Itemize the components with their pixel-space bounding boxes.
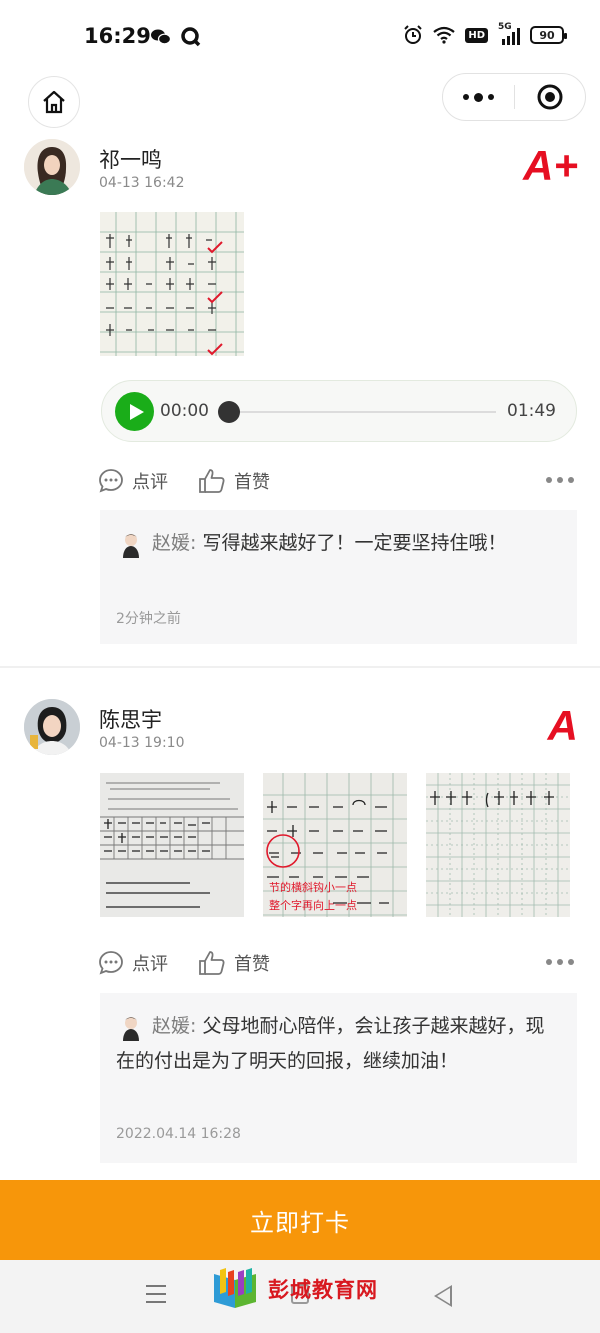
home-button[interactable] (28, 76, 80, 128)
book-logo-icon (214, 1268, 256, 1308)
wechat-icon (151, 29, 172, 45)
avatar[interactable] (24, 139, 80, 195)
post-date: 04-13 16:42 (99, 175, 185, 191)
like-label: 首赞 (234, 472, 270, 493)
signal-icon: 5G (498, 22, 520, 45)
post-more-button[interactable] (546, 477, 574, 483)
more-dots-icon (473, 92, 483, 102)
audio-progress-handle[interactable] (218, 401, 240, 423)
like-label: 首赞 (234, 954, 270, 975)
teacher-comment: 赵媛: 父母地耐心陪伴，会让孩子越来越好，现在的付出是为了明天的回报，继续加油！… (100, 993, 577, 1163)
watermark: 彭城教育网 (210, 1265, 378, 1313)
homework-image-3[interactable] (426, 773, 570, 917)
teacher-annotation-line-1: 节的横斜钩小一点 (269, 880, 357, 894)
homework-image-2[interactable]: 节的横斜钩小一点 整个字再向上一点 (263, 773, 407, 917)
like-button[interactable]: 首赞 (198, 950, 270, 976)
audio-total-time: 01:49 (507, 401, 556, 421)
status-bar: 16:29 HD 5G 90 (0, 0, 600, 72)
thumbs-up-icon (199, 469, 225, 493)
close-mini-program-button[interactable] (515, 74, 586, 120)
teacher-comment: 赵媛: 写得越来越好了！一定要坚持住哦！ 2分钟之前 (100, 510, 577, 644)
more-options-button[interactable] (443, 74, 514, 120)
comment-text: 写得越来越好了！一定要坚持住哦！ (202, 532, 507, 554)
status-time: 16:29 (84, 24, 151, 48)
alarm-icon (404, 25, 423, 44)
audio-current-time: 00:00 (160, 401, 209, 421)
grade-badge: A+ (523, 142, 578, 189)
system-back-button[interactable] (434, 1285, 452, 1307)
like-button[interactable]: 首赞 (198, 468, 270, 494)
post-author-name[interactable]: 祁一鸣 (99, 144, 162, 174)
post-actions: 点评 首赞 (98, 466, 300, 496)
audio-player: 00:00 01:49 (101, 380, 577, 442)
recent-apps-button[interactable] (146, 1285, 166, 1309)
watermark-text: 彭城教育网 (268, 1278, 378, 1302)
qq-browser-icon (181, 27, 201, 47)
thumbs-up-icon (199, 951, 225, 975)
play-button[interactable] (115, 392, 154, 431)
post-actions: 点评 首赞 (98, 948, 300, 978)
checkin-button[interactable]: 立即打卡 (0, 1180, 600, 1260)
post-date: 04-13 19:10 (99, 735, 185, 751)
post-divider (0, 666, 600, 668)
comment-author[interactable]: 赵媛: (152, 1015, 196, 1037)
target-icon (537, 84, 563, 110)
teacher-annotation-line-2: 整个字再向上一点 (269, 898, 357, 912)
comment-button[interactable]: 点评 (98, 950, 168, 976)
post-author-name[interactable]: 陈思宇 (99, 704, 162, 734)
homework-image-1[interactable] (100, 773, 244, 917)
comment-icon (99, 469, 123, 493)
mini-program-capsule (442, 73, 586, 121)
comment-icon (99, 951, 123, 975)
avatar[interactable] (24, 699, 80, 755)
comment-body: 赵媛: 写得越来越好了！一定要坚持住哦！ (116, 526, 557, 561)
comment-label: 点评 (132, 954, 168, 975)
comment-author[interactable]: 赵媛: (152, 532, 196, 554)
grade-badge: A (547, 702, 578, 749)
comment-time: 2022.04.14 16:28 (116, 1126, 241, 1142)
audio-progress-track[interactable] (226, 411, 496, 413)
wifi-icon (433, 26, 456, 44)
hd-badge: HD (465, 27, 488, 43)
comment-body: 赵媛: 父母地耐心陪伴，会让孩子越来越好，现在的付出是为了明天的回报，继续加油！ (116, 1009, 557, 1079)
comment-button[interactable]: 点评 (98, 468, 168, 494)
comment-time: 2分钟之前 (116, 611, 181, 627)
home-icon (43, 90, 65, 114)
battery-indicator: 90 (530, 26, 567, 44)
post-more-button[interactable] (546, 959, 574, 965)
comment-label: 点评 (132, 472, 168, 493)
homework-image[interactable] (100, 212, 244, 356)
